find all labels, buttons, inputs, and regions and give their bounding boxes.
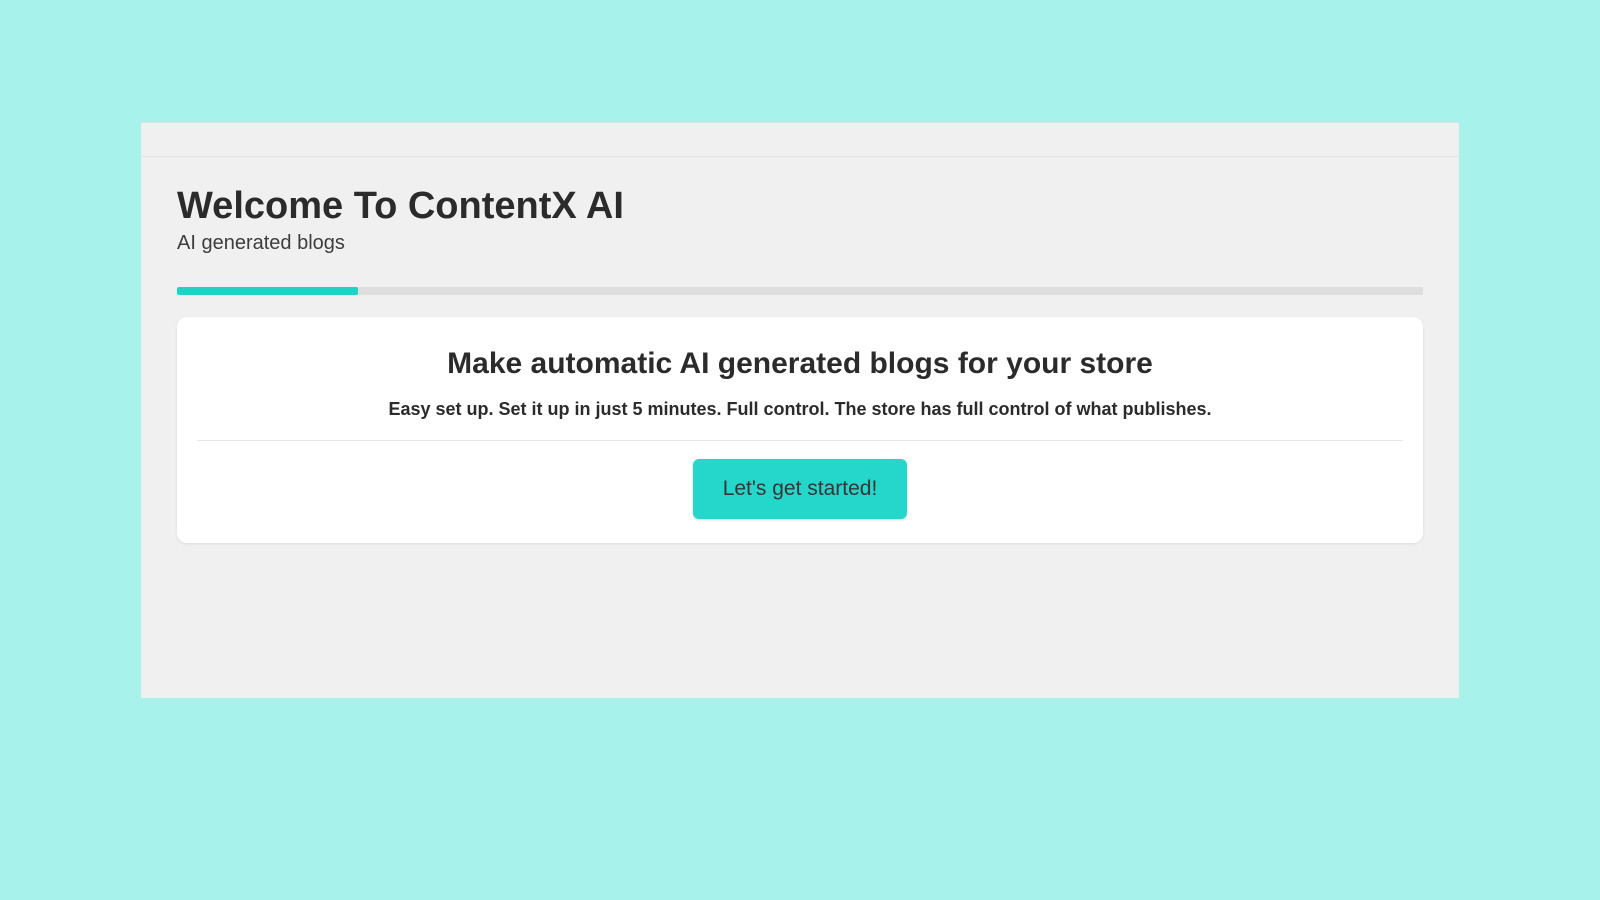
topbar bbox=[141, 123, 1459, 157]
card-title: Make automatic AI generated blogs for yo… bbox=[197, 347, 1403, 381]
progress-fill bbox=[177, 287, 358, 295]
content-area: Welcome To ContentX AI AI generated blog… bbox=[141, 157, 1459, 543]
divider bbox=[197, 440, 1403, 441]
get-started-button[interactable]: Let's get started! bbox=[693, 459, 908, 519]
page-subtitle: AI generated blogs bbox=[177, 232, 1423, 255]
app-panel: Welcome To ContentX AI AI generated blog… bbox=[141, 122, 1459, 698]
onboarding-card: Make automatic AI generated blogs for yo… bbox=[177, 317, 1423, 543]
page-title: Welcome To ContentX AI bbox=[177, 185, 1423, 228]
card-subtitle: Easy set up. Set it up in just 5 minutes… bbox=[197, 399, 1403, 420]
progress-bar bbox=[177, 287, 1423, 295]
